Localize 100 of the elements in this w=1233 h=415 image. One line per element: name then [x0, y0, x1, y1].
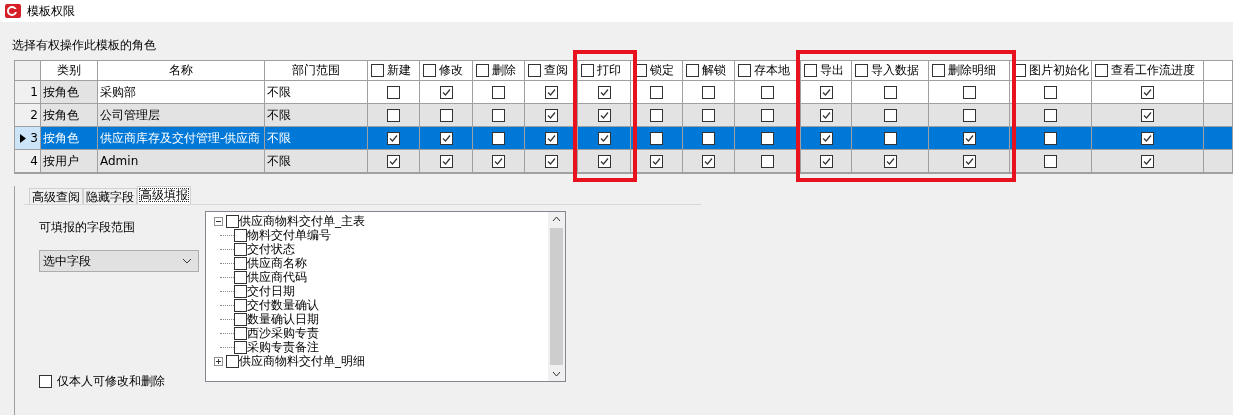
- checkbox[interactable]: [1044, 108, 1057, 122]
- row-header[interactable]: 4: [15, 150, 41, 173]
- column-header[interactable]: 删除明细: [929, 61, 1010, 81]
- checkbox[interactable]: [423, 64, 436, 77]
- checkbox[interactable]: [439, 85, 453, 99]
- tree-item[interactable]: 供应商名称: [247, 256, 307, 270]
- checkbox[interactable]: [387, 108, 400, 122]
- checkbox[interactable]: [39, 375, 52, 388]
- checkbox[interactable]: [476, 64, 489, 77]
- checkbox[interactable]: [650, 108, 663, 122]
- checkbox[interactable]: [883, 85, 897, 99]
- tab[interactable]: 隐藏字段: [83, 188, 137, 204]
- checkbox[interactable]: [819, 85, 833, 99]
- checkbox[interactable]: [1141, 154, 1154, 168]
- checkbox[interactable]: [686, 64, 699, 77]
- tree-checkbox[interactable]: [234, 340, 247, 354]
- tab[interactable]: 高级填报: [137, 186, 191, 204]
- column-header[interactable]: 图片初始化: [1010, 61, 1092, 81]
- checkbox[interactable]: [387, 154, 400, 168]
- checkbox[interactable]: [702, 85, 715, 99]
- column-header[interactable]: 部门范围: [265, 61, 368, 81]
- checkbox[interactable]: [932, 64, 945, 77]
- checkbox[interactable]: [597, 154, 611, 168]
- scrollbar-thumb[interactable]: [550, 228, 563, 365]
- column-header[interactable]: 导入数据: [852, 61, 929, 81]
- checkbox[interactable]: [761, 131, 774, 145]
- checkbox[interactable]: [650, 131, 663, 145]
- checkbox[interactable]: [702, 154, 715, 168]
- checkbox[interactable]: [738, 64, 751, 77]
- checkbox[interactable]: [650, 154, 663, 168]
- checkbox[interactable]: [761, 85, 774, 99]
- column-header[interactable]: 打印: [578, 61, 631, 81]
- checkbox[interactable]: [819, 131, 833, 145]
- checkbox[interactable]: [819, 108, 833, 122]
- checkbox[interactable]: [702, 108, 715, 122]
- checkbox[interactable]: [650, 85, 663, 99]
- chevron-down-icon[interactable]: [552, 371, 561, 377]
- checkbox[interactable]: [544, 85, 558, 99]
- checkbox[interactable]: [492, 154, 505, 168]
- checkbox[interactable]: [883, 154, 897, 168]
- tree-checkbox[interactable]: [234, 228, 247, 242]
- checkbox[interactable]: [962, 154, 976, 168]
- row-header[interactable]: 3: [15, 127, 41, 150]
- checkbox[interactable]: [804, 64, 817, 77]
- column-header[interactable]: 新建: [368, 61, 420, 81]
- tree-item[interactable]: 供应商物料交付单_明细: [239, 354, 365, 368]
- column-header[interactable]: 查阅: [525, 61, 578, 81]
- tree-checkbox[interactable]: [234, 256, 247, 270]
- checkbox[interactable]: [439, 108, 453, 122]
- checkbox[interactable]: [544, 108, 558, 122]
- column-header[interactable]: 存本地: [735, 61, 801, 81]
- tree-item[interactable]: 交付状态: [247, 242, 295, 256]
- tree-checkbox[interactable]: [234, 326, 247, 340]
- checkbox[interactable]: [544, 154, 558, 168]
- checkbox[interactable]: [1044, 85, 1057, 99]
- checkbox[interactable]: [597, 131, 611, 145]
- checkbox[interactable]: [387, 85, 400, 99]
- tree-item[interactable]: 供应商物料交付单_主表: [239, 214, 365, 228]
- checkbox[interactable]: [528, 64, 541, 77]
- tab[interactable]: 高级查阅: [29, 188, 83, 204]
- checkbox[interactable]: [702, 131, 715, 145]
- checkbox[interactable]: [581, 64, 594, 77]
- column-header[interactable]: 名称: [98, 61, 265, 81]
- checkbox[interactable]: [597, 108, 611, 122]
- checkbox[interactable]: [1141, 85, 1154, 99]
- checkbox[interactable]: [387, 131, 400, 145]
- checkbox[interactable]: [962, 85, 976, 99]
- column-header[interactable]: 解锁: [683, 61, 735, 81]
- tree-checkbox[interactable]: [226, 354, 239, 368]
- tree-item[interactable]: 交付数量确认: [247, 298, 319, 312]
- tree-item[interactable]: 供应商代码: [247, 270, 307, 284]
- checkbox[interactable]: [439, 131, 453, 145]
- tree-checkbox[interactable]: [234, 242, 247, 256]
- checkbox[interactable]: [855, 64, 868, 77]
- checkbox[interactable]: [962, 108, 976, 122]
- tree-item[interactable]: 数量确认日期: [247, 312, 319, 326]
- expand-icon[interactable]: [214, 356, 223, 366]
- checkbox[interactable]: [1141, 131, 1154, 145]
- column-header[interactable]: 锁定: [631, 61, 683, 81]
- tree-checkbox[interactable]: [234, 284, 247, 298]
- checkbox[interactable]: [1095, 64, 1108, 77]
- column-header[interactable]: 删除: [473, 61, 525, 81]
- checkbox[interactable]: [439, 154, 453, 168]
- tree-item[interactable]: 采购专责备注: [247, 340, 319, 354]
- row-header[interactable]: 1: [15, 81, 41, 104]
- column-header[interactable]: 查看工作流进度: [1092, 61, 1204, 81]
- checkbox[interactable]: [1141, 108, 1154, 122]
- checkbox[interactable]: [544, 131, 558, 145]
- tree-item[interactable]: 交付日期: [247, 284, 295, 298]
- tree-checkbox[interactable]: [234, 298, 247, 312]
- checkbox[interactable]: [883, 131, 897, 145]
- tree-item[interactable]: 西沙采购专责: [247, 326, 319, 340]
- column-header[interactable]: 导出: [801, 61, 852, 81]
- row-header[interactable]: 2: [15, 104, 41, 127]
- chevron-up-icon[interactable]: [552, 216, 561, 222]
- checkbox[interactable]: [492, 131, 505, 145]
- scrollbar[interactable]: [548, 212, 565, 381]
- checkbox[interactable]: [883, 108, 897, 122]
- checkbox[interactable]: [1044, 131, 1057, 145]
- tree-item[interactable]: 物料交付单编号: [247, 228, 331, 242]
